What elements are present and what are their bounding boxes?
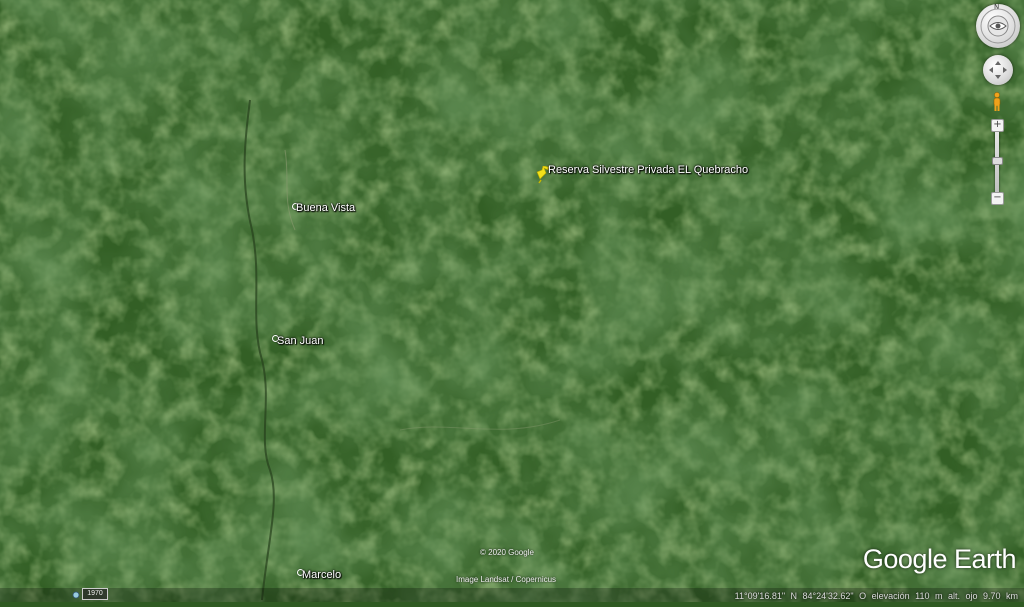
zoom-out-button[interactable]: − — [991, 192, 1004, 205]
zoom-slider-thumb[interactable] — [992, 157, 1003, 165]
google-earth-logo: Google Earth — [862, 544, 1017, 574]
place-label-san-juan[interactable]: San Juan — [277, 335, 323, 347]
place-label-marcelo[interactable]: Marcelo — [302, 569, 341, 581]
street-view-pegman-icon[interactable] — [991, 92, 1003, 112]
imagery-credit: Image Landsat / Copernicus — [456, 575, 557, 584]
move-control[interactable] — [983, 55, 1013, 85]
place-label-reserva[interactable]: Reserva Silvestre Privada EL Quebracho — [548, 164, 748, 176]
zoom-in-button[interactable]: + — [991, 119, 1004, 132]
imagery-year[interactable]: 1970 — [82, 588, 108, 600]
pan-arrows-icon — [989, 61, 1007, 79]
historical-imagery-icon[interactable] — [72, 591, 80, 599]
copyright-text: © 2020 Google — [480, 548, 534, 557]
satellite-map[interactable]: Reserva Silvestre Privada EL Quebracho B… — [0, 0, 1024, 602]
place-label-buena-vista[interactable]: Buena Vista — [296, 202, 355, 214]
coordinates-readout: 11°09'16.81" N 84°24'32.62" O elevación … — [734, 591, 1018, 601]
look-around-control[interactable]: N — [976, 3, 1020, 48]
eye-icon — [980, 8, 1016, 44]
satellite-imagery — [0, 0, 1024, 602]
